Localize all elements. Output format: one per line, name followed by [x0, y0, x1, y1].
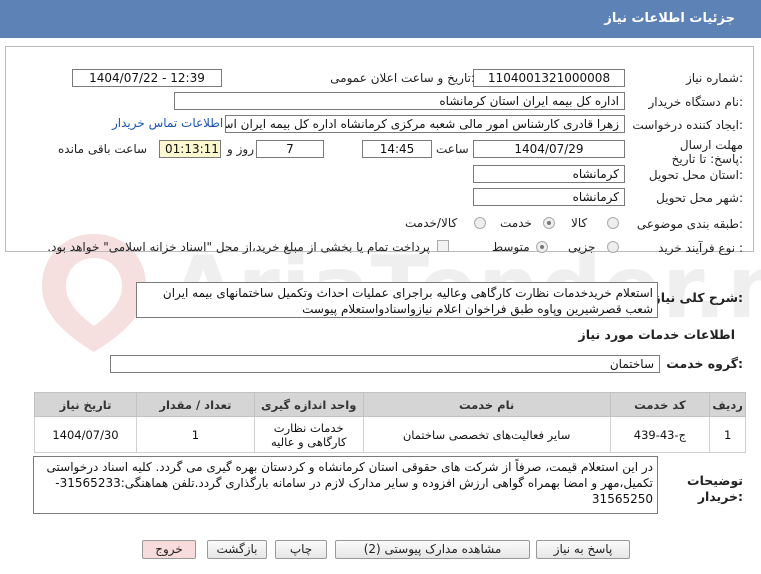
- deadline-date-field[interactable]: 1404/07/29: [473, 140, 625, 158]
- process-option-minor: جزیی: [568, 240, 596, 254]
- process-label: نوع فرآیند خرید :: [658, 241, 743, 255]
- back-button[interactable]: بازگشت: [207, 540, 267, 559]
- category-label: طبقه بندی موضوعی:: [636, 217, 743, 231]
- need-number-field[interactable]: 1104001321000008: [473, 69, 625, 87]
- table-header-row: ردیف کد خدمت نام خدمت واحد اندازه گیری ت…: [34, 392, 746, 417]
- process-radio-minor[interactable]: [607, 241, 619, 253]
- page-title: جزئیات اطلاعات نیاز: [604, 11, 735, 26]
- table-row[interactable]: 1 ج-43-439 سایر فعالیت‌های تخصصی ساختمان…: [34, 416, 746, 453]
- need-number-label: شماره نیاز:: [685, 71, 743, 85]
- category-radio-goods[interactable]: [607, 217, 619, 229]
- col-row: ردیف: [709, 392, 746, 417]
- creator-field[interactable]: زهرا قادری کارشناس امور مالی شعبه مرکزی …: [225, 115, 625, 133]
- cell-code: ج-43-439: [609, 416, 711, 453]
- col-qty: تعداد / مقدار: [136, 392, 255, 417]
- process-radio-medium[interactable]: [536, 241, 548, 253]
- print-button[interactable]: چاپ: [275, 540, 327, 559]
- city-label: شهر محل تحویل:: [656, 191, 743, 205]
- service-group-label: گروه خدمت:: [666, 356, 743, 371]
- service-group-field[interactable]: ساختمان: [110, 355, 660, 373]
- buyer-org-label: نام دستگاه خریدار:: [648, 95, 744, 109]
- category-option-goods: کالا: [571, 216, 588, 230]
- view-docs-button[interactable]: مشاهده مدارک پیوستی (2): [335, 540, 530, 559]
- category-option-service: خدمت: [500, 216, 532, 230]
- col-name: نام خدمت: [362, 392, 611, 417]
- category-radio-service[interactable]: [543, 217, 555, 229]
- deadline-label: مهلت ارسال پاسخ: تا تاریخ:: [671, 138, 743, 166]
- creator-label: ایجاد کننده درخواست:: [632, 118, 743, 132]
- contact-info-link[interactable]: اطلاعات تماس خریدار: [112, 116, 223, 130]
- col-date: تاریخ نیاز: [34, 392, 137, 417]
- need-desc-text[interactable]: استعلام خریدخدمات نظارت کارگاهی وعالیه ب…: [136, 282, 658, 318]
- exit-button[interactable]: خروج: [142, 540, 196, 559]
- deadline-time-field[interactable]: 14:45: [362, 140, 432, 158]
- cell-qty: 1: [136, 416, 255, 453]
- announce-field[interactable]: 1404/07/22 - 12:39: [72, 69, 222, 87]
- col-unit: واحد اندازه گیری: [253, 392, 364, 417]
- buyer-desc-text[interactable]: در این استعلام قیمت، صرفاً از شرکت های ح…: [33, 456, 658, 514]
- services-table: ردیف کد خدمت نام خدمت واحد اندازه گیری ت…: [34, 392, 746, 453]
- reply-button[interactable]: پاسخ به نیاز: [536, 540, 630, 559]
- page-header: جزئیات اطلاعات نیاز: [0, 0, 761, 38]
- city-field[interactable]: کرمانشاه: [473, 188, 625, 206]
- cell-date: 1404/07/30: [34, 416, 137, 453]
- remaining-label: ساعت باقی مانده: [58, 142, 148, 156]
- category-option-goods-service: کالا/خدمت: [405, 216, 458, 230]
- category-radio-goods-service[interactable]: [474, 217, 486, 229]
- days-field[interactable]: 7: [256, 140, 324, 158]
- cell-name: سایر فعالیت‌های تخصصی ساختمان: [362, 416, 611, 453]
- cell-row: 1: [709, 416, 746, 453]
- province-field[interactable]: کرمانشاه: [473, 165, 625, 183]
- col-code: کد خدمت: [609, 392, 711, 417]
- province-label: استان محل تحویل:: [648, 168, 743, 182]
- announce-label: تاریخ و ساعت اعلان عمومی:: [330, 71, 475, 85]
- need-desc-label: شرح کلی نیاز:: [653, 290, 744, 305]
- buyer-org-field[interactable]: اداره کل بیمه ایران استان کرمانشاه: [174, 92, 625, 110]
- services-section-title: اطلاعات خدمات مورد نیاز: [578, 327, 736, 342]
- days-label: روز و: [227, 142, 254, 156]
- time-label: ساعت: [436, 142, 469, 156]
- process-option-medium: متوسط: [492, 240, 530, 254]
- treasury-checkbox[interactable]: [437, 240, 449, 252]
- buyer-desc-label: توضیحات خریدار:: [687, 473, 743, 504]
- remaining-time-field: 01:13:11: [159, 140, 221, 158]
- cell-unit: خدمات نظارت کارگاهی و عالیه: [253, 416, 364, 453]
- payment-note: پرداخت تمام یا بخشی از مبلغ خرید،از محل …: [47, 240, 430, 254]
